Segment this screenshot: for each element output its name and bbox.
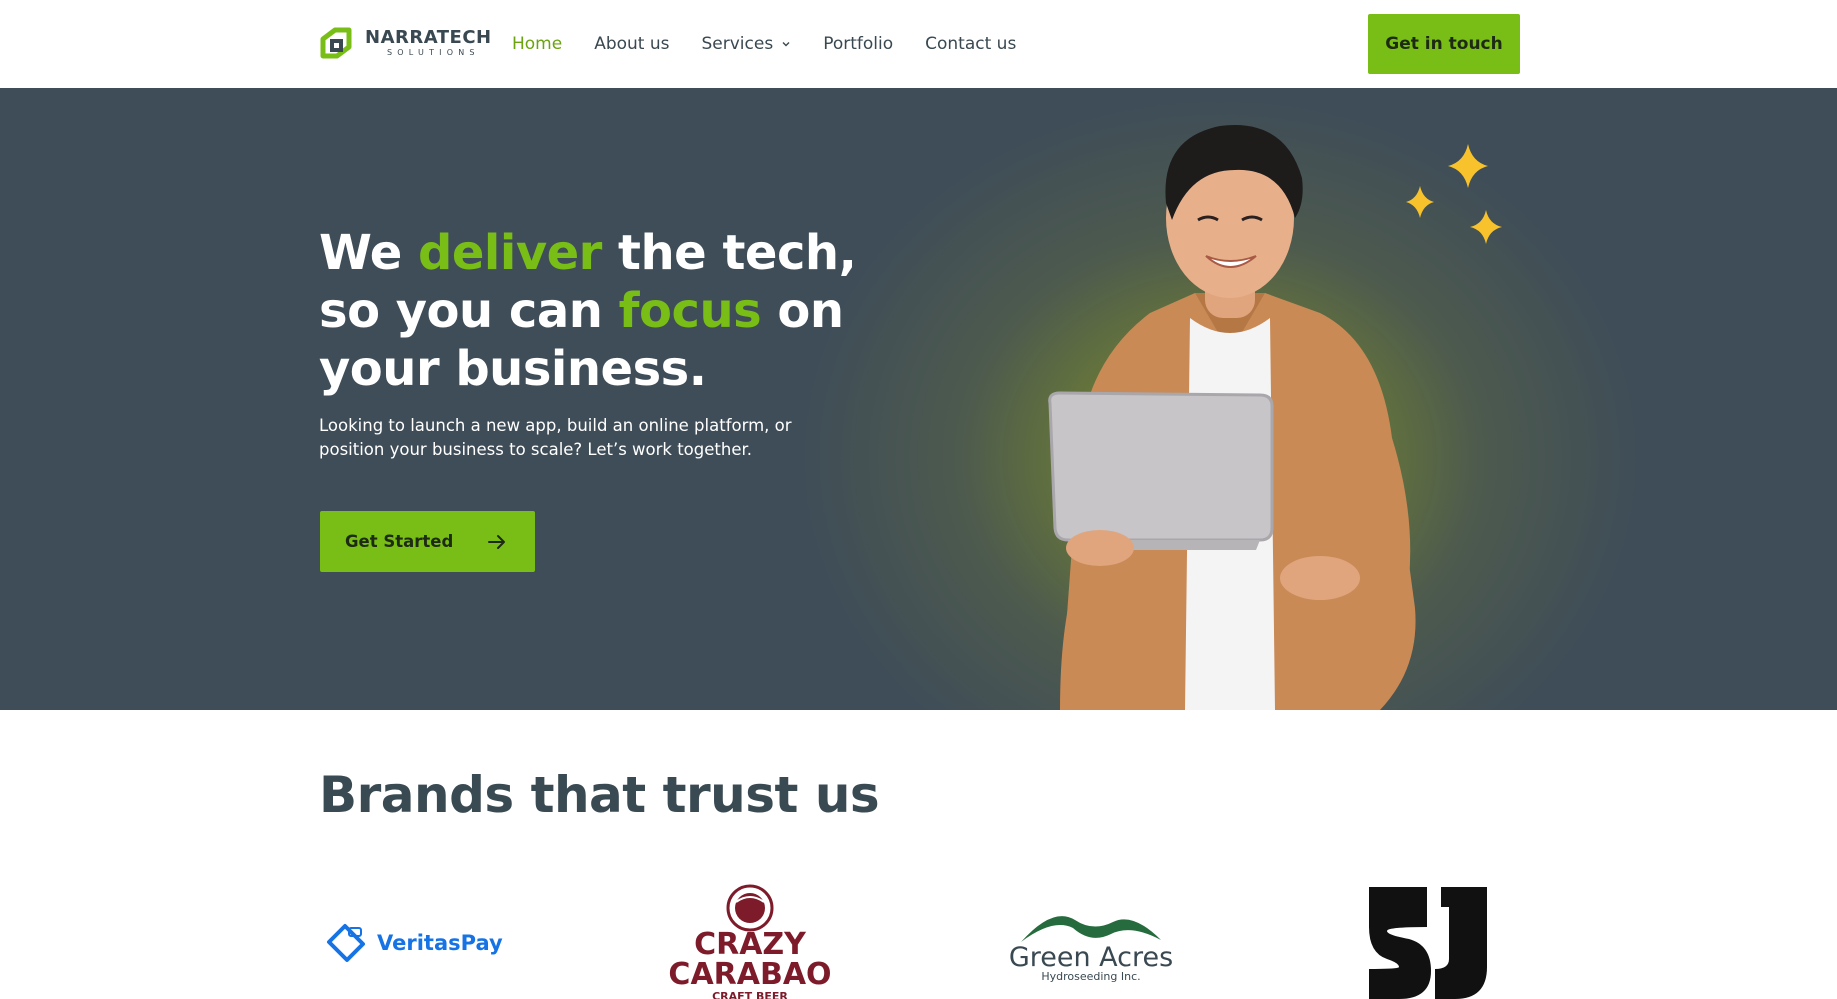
hero-person-image xyxy=(1048,125,1416,710)
nav-contact-us[interactable]: Contact us xyxy=(925,34,1016,54)
hero-title-highlight-focus: focus xyxy=(618,283,762,339)
hero-title: We deliver the tech, so you can focus on… xyxy=(319,224,879,398)
hero-section: We deliver the tech, so you can focus on… xyxy=(0,88,1837,710)
veritaspay-name: VeritasPay xyxy=(377,931,503,955)
site-header: NARRATECH SOLUTIONS Home About us Servic… xyxy=(0,0,1837,88)
brand-logo-crazy-carabao: CRAZY CARABAO CRAFT BEER xyxy=(668,884,832,999)
nav-about-us[interactable]: About us xyxy=(594,34,669,54)
arrow-right-icon xyxy=(488,535,505,549)
logo-mark-icon xyxy=(320,27,352,59)
nav-home[interactable]: Home xyxy=(512,34,562,54)
hero-subtitle: Looking to launch a new app, build an on… xyxy=(319,416,792,459)
hero-title-text: We xyxy=(319,225,418,281)
brand-logo-sj xyxy=(1369,887,1487,999)
get-started-button[interactable]: Get Started xyxy=(320,511,535,572)
get-started-label: Get Started xyxy=(345,532,454,551)
craft-beer-text: CRAFT BEER xyxy=(712,990,788,999)
brand-logo-veritaspay: VeritasPay xyxy=(323,920,503,966)
hydroseeding-text: Hydroseeding Inc. xyxy=(1041,970,1140,983)
chevron-down-icon xyxy=(782,42,790,47)
sparkle-icon xyxy=(1406,144,1502,244)
nav-portfolio[interactable]: Portfolio xyxy=(823,34,893,54)
logo-name: NARRATECH xyxy=(365,27,492,48)
veritaspay-icon xyxy=(327,924,365,962)
green-acres-text: Green Acres xyxy=(1009,942,1173,973)
brands-title: Brands that trust us xyxy=(319,766,880,824)
get-in-touch-button[interactable]: Get in touch xyxy=(1368,14,1520,74)
main-nav: Home About us Services Portfolio Contact… xyxy=(512,0,1048,88)
nav-services-label: Services xyxy=(701,34,774,54)
hero-title-highlight-deliver: deliver xyxy=(418,225,602,281)
carabao-text: CARABAO xyxy=(668,957,831,992)
logo[interactable]: NARRATECH SOLUTIONS xyxy=(319,25,492,61)
brand-logo-green-acres: Green Acres Hydroseeding Inc. xyxy=(1009,916,1173,983)
logo-tagline: SOLUTIONS xyxy=(387,48,480,57)
nav-services[interactable]: Services xyxy=(702,34,792,54)
